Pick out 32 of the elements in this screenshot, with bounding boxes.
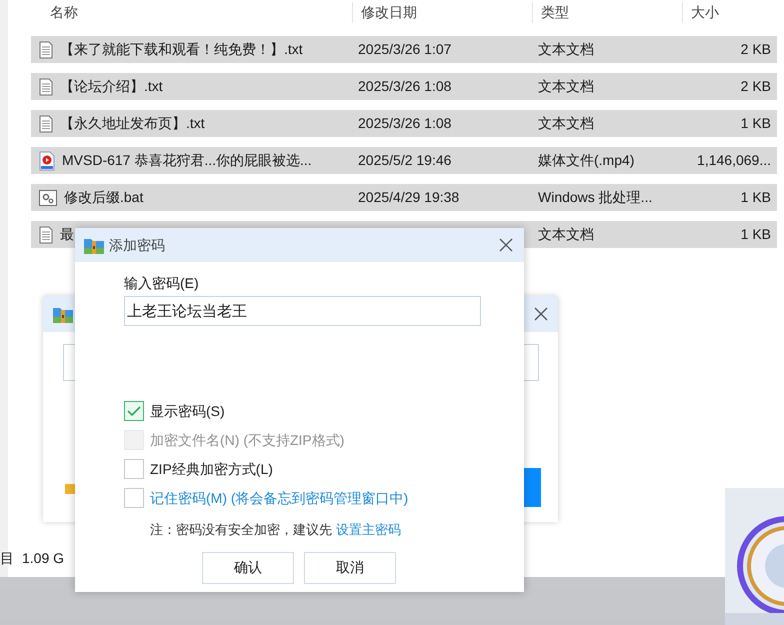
file-size: 2 KB xyxy=(740,41,771,57)
checkbox-label: 记住密码(M) (将会备忘到密码管理窗口中) xyxy=(150,488,408,508)
note-text: 注：密码没有安全加密，建议先 xyxy=(150,521,332,539)
file-date: 2025/3/26 1:07 xyxy=(358,41,452,57)
file-size: 1 KB xyxy=(740,115,771,131)
dialog-title: 添加密码 xyxy=(109,236,165,254)
file-type: 文本文档 xyxy=(538,41,594,57)
file-date: 2025/3/26 1:08 xyxy=(358,78,452,94)
checkbox-label: ZIP经典加密方式(L) xyxy=(150,460,273,479)
file-type: 文本文档 xyxy=(538,226,594,242)
file-name: 最 xyxy=(60,225,74,244)
file-date: 2025/5/2 19:46 xyxy=(358,152,452,168)
file-name: 【论坛介绍】.txt xyxy=(60,77,163,96)
file-type: 媒体文件(.mp4) xyxy=(538,152,634,168)
file-name: 修改后缀.bat xyxy=(64,188,144,207)
file-name: MVSD-617 恭喜花狩君...你的屁眼被选... xyxy=(62,151,312,170)
file-name: 【永久地址发布页】.txt xyxy=(60,114,205,133)
selection-size: 1.09 G xyxy=(22,549,64,568)
file-type: 文本文档 xyxy=(538,78,594,94)
checkbox-label: 加密文件名(N) (不支持ZIP格式) xyxy=(150,430,344,450)
file-type: 文本文档 xyxy=(538,115,594,131)
file-size: 2 KB xyxy=(740,78,771,94)
file-size: 1,146,069... xyxy=(697,152,771,168)
file-type: Windows 批处理... xyxy=(538,189,652,205)
file-date: 2025/4/29 19:38 xyxy=(358,189,460,205)
item-count: 目 xyxy=(0,549,14,568)
file-size: 1 KB xyxy=(740,189,771,205)
file-name: 【来了就能下载和观看！纯免费！】.txt xyxy=(60,40,303,59)
file-date: 2025/3/26 1:08 xyxy=(358,115,452,131)
field-label: 输入密码(E) xyxy=(124,274,200,293)
file-size: 1 KB xyxy=(740,226,771,242)
checkbox-label: 显示密码(S) xyxy=(150,402,225,421)
